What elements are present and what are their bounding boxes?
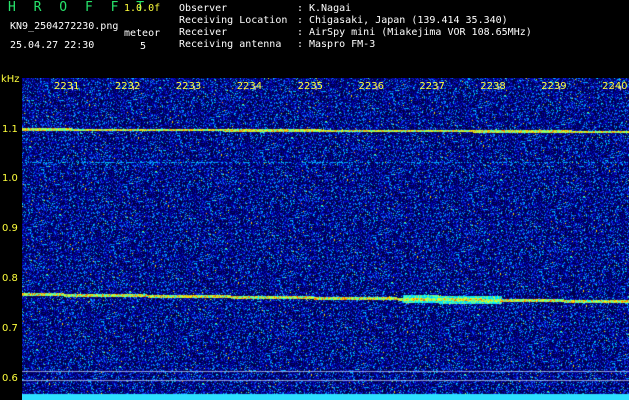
- meta-value: K.Nagai: [309, 3, 352, 14]
- frequency-tick-label: 1.1: [2, 124, 18, 135]
- frequency-tick-label: 0.6: [2, 373, 18, 384]
- meta-row-observer: Observer : K.Nagai: [179, 3, 532, 15]
- frequency-unit-label: kHz: [1, 74, 20, 85]
- image-filename: KN9_2504272230.png: [10, 21, 119, 32]
- meta-separator: :: [297, 39, 304, 50]
- observation-metadata: Observer : K.Nagai Receiving Location : …: [179, 3, 532, 51]
- app-version: 1.0.0f: [124, 3, 161, 14]
- meta-key: Receiving Location: [179, 15, 288, 26]
- observation-datetime: 25.04.27 22:30: [10, 40, 95, 51]
- time-tick-label: 2237: [419, 81, 445, 92]
- meta-key: Receiver: [179, 27, 228, 38]
- time-tick-label: 2236: [358, 81, 384, 92]
- time-tick-label: 2239: [541, 81, 567, 92]
- time-tick-label: 2233: [175, 81, 202, 92]
- frequency-tick-label: 1.0: [2, 173, 18, 184]
- time-tick-label: 2240: [602, 81, 628, 92]
- meta-separator: :: [297, 15, 304, 26]
- meta-value: AirSpy mini (Miakejima VOR 108.65MHz): [309, 27, 532, 38]
- time-tick-label: 2232: [114, 81, 141, 92]
- meta-row-antenna: Receiving antenna : Maspro FM-3: [179, 39, 532, 51]
- meta-separator: :: [297, 27, 304, 38]
- meta-value: Chigasaki, Japan (139.414 35.340): [309, 15, 508, 26]
- time-tick-label: 2234: [236, 81, 263, 92]
- meteor-count-label: meteor: [124, 28, 161, 39]
- meta-separator: :: [297, 3, 304, 14]
- spectrogram: [22, 78, 629, 400]
- time-tick-label: 2231: [54, 81, 80, 92]
- meta-key: Observer: [179, 3, 228, 14]
- meta-row-location: Receiving Location : Chigasaki, Japan (1…: [179, 15, 532, 27]
- meta-key: Receiving antenna: [179, 39, 282, 50]
- frequency-tick-label: 0.9: [2, 223, 18, 234]
- frequency-tick-label: 0.8: [2, 273, 18, 284]
- hroft-window: H R O F F T 1.0.0f KN9_2504272230.png 25…: [0, 0, 629, 400]
- time-tick-label: 2238: [480, 81, 506, 92]
- meta-value: Maspro FM-3: [309, 39, 376, 50]
- frequency-axis: kHz 1.1 1.0 0.9 0.8 0.7 0.6: [0, 0, 22, 400]
- meteor-count-value: 5: [140, 41, 147, 52]
- frequency-tick-label: 0.7: [2, 323, 18, 334]
- meta-row-receiver: Receiver : AirSpy mini (Miakejima VOR 10…: [179, 27, 532, 39]
- time-tick-label: 2235: [297, 81, 324, 92]
